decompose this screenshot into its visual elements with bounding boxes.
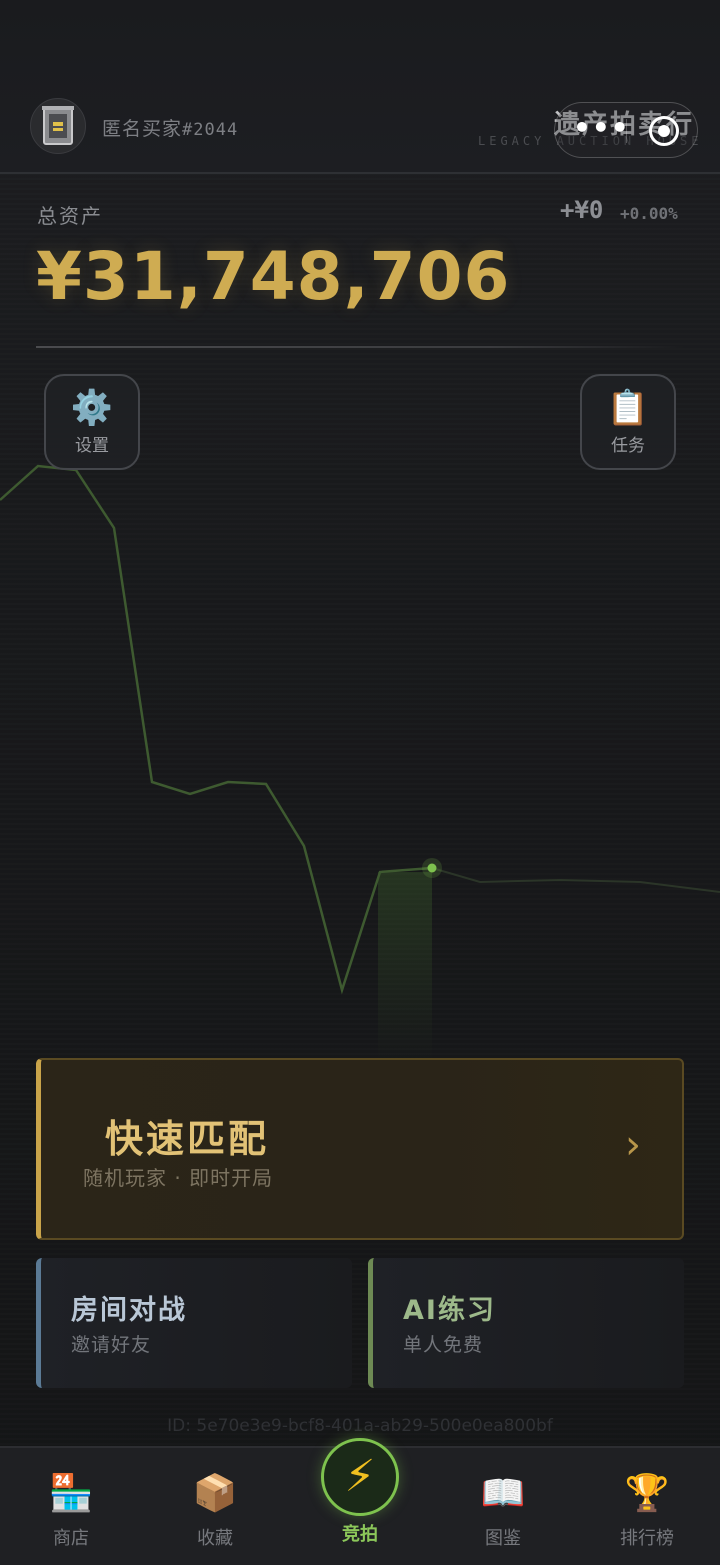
nav-codex-label: 图鉴 xyxy=(485,1528,521,1549)
assets-label: 总资产 xyxy=(37,204,103,228)
current-point xyxy=(427,863,437,873)
gear-icon: ⚙️ xyxy=(70,387,114,428)
ai-practice-subtitle: 单人免费 xyxy=(403,1334,484,1356)
package-icon: 📦 xyxy=(192,1473,238,1514)
room-battle-button[interactable]: 房间对战 邀请好友 xyxy=(36,1258,352,1388)
total-assets-value: ¥31,748,706 xyxy=(36,238,511,315)
quick-match-button[interactable]: 快速匹配 随机玩家 · 即时开局 › xyxy=(36,1058,684,1240)
chevron-right-icon: › xyxy=(625,1122,641,1168)
ai-practice-title: AI练习 xyxy=(403,1295,496,1326)
settings-label: 设置 xyxy=(75,435,109,456)
asset-history-line-faded xyxy=(431,867,720,893)
open-book-icon: 📖 xyxy=(480,1473,526,1514)
clipboard-icon: 📋 xyxy=(606,387,650,428)
tasks-label: 任务 xyxy=(611,435,645,456)
nav-leaderboard[interactable]: 🏆 排行榜 xyxy=(592,1472,702,1550)
trophy-icon: 🏆 xyxy=(624,1473,670,1514)
more-icon[interactable]: ••• xyxy=(573,114,629,142)
store-icon: 🏪 xyxy=(48,1473,94,1514)
nav-leaderboard-label: 排行榜 xyxy=(620,1528,674,1549)
quick-match-title: 快速匹配 xyxy=(105,1117,270,1161)
username: 匿名买家#2044 xyxy=(102,118,239,140)
quick-match-subtitle: 随机玩家 · 即时开局 xyxy=(83,1166,274,1190)
room-battle-title: 房间对战 xyxy=(71,1295,187,1326)
tasks-button[interactable]: 📋 任务 xyxy=(580,374,676,470)
nav-codex[interactable]: 📖 图鉴 xyxy=(448,1472,558,1550)
settings-button[interactable]: ⚙️ 设置 xyxy=(44,374,140,470)
avatar[interactable] xyxy=(30,98,86,154)
device-id: ID: 5e70e3e9-bcf8-401a-ab29-500e0ea800bf xyxy=(167,1416,553,1436)
capsule-divider xyxy=(626,119,627,143)
room-battle-subtitle: 邀请好友 xyxy=(71,1334,152,1356)
asset-change-percent: +0.00% xyxy=(620,204,678,223)
vault-icon xyxy=(42,106,74,145)
asset-change-amount: +¥0 xyxy=(560,196,604,224)
nav-shop-label: 商店 xyxy=(53,1528,89,1549)
assets-divider xyxy=(36,346,684,348)
bottom-nav: 🏪 商店 📦 收藏 ⚡ 竞拍 📖 图鉴 🏆 排行榜 xyxy=(0,1438,720,1565)
nav-collection-label: 收藏 xyxy=(197,1528,233,1549)
miniprogram-capsule: ••• xyxy=(554,102,698,158)
chart-highlight-column xyxy=(378,872,432,1060)
lightning-icon: ⚡ xyxy=(321,1438,399,1516)
top-header: 匿名买家#2044 LEGACY AUCTION HOUSE 遗产拍卖行 ••• xyxy=(0,0,720,174)
nav-auction-label: 竞拍 xyxy=(342,1524,378,1545)
close-target-icon[interactable] xyxy=(649,116,679,146)
nav-auction[interactable]: ⚡ 竞拍 xyxy=(305,1438,415,1546)
nav-collection[interactable]: 📦 收藏 xyxy=(160,1472,270,1550)
asset-history-line xyxy=(0,464,433,995)
nav-shop[interactable]: 🏪 商店 xyxy=(16,1472,126,1550)
ai-practice-button[interactable]: AI练习 单人免费 xyxy=(368,1258,684,1388)
asset-history-chart xyxy=(0,464,720,1060)
